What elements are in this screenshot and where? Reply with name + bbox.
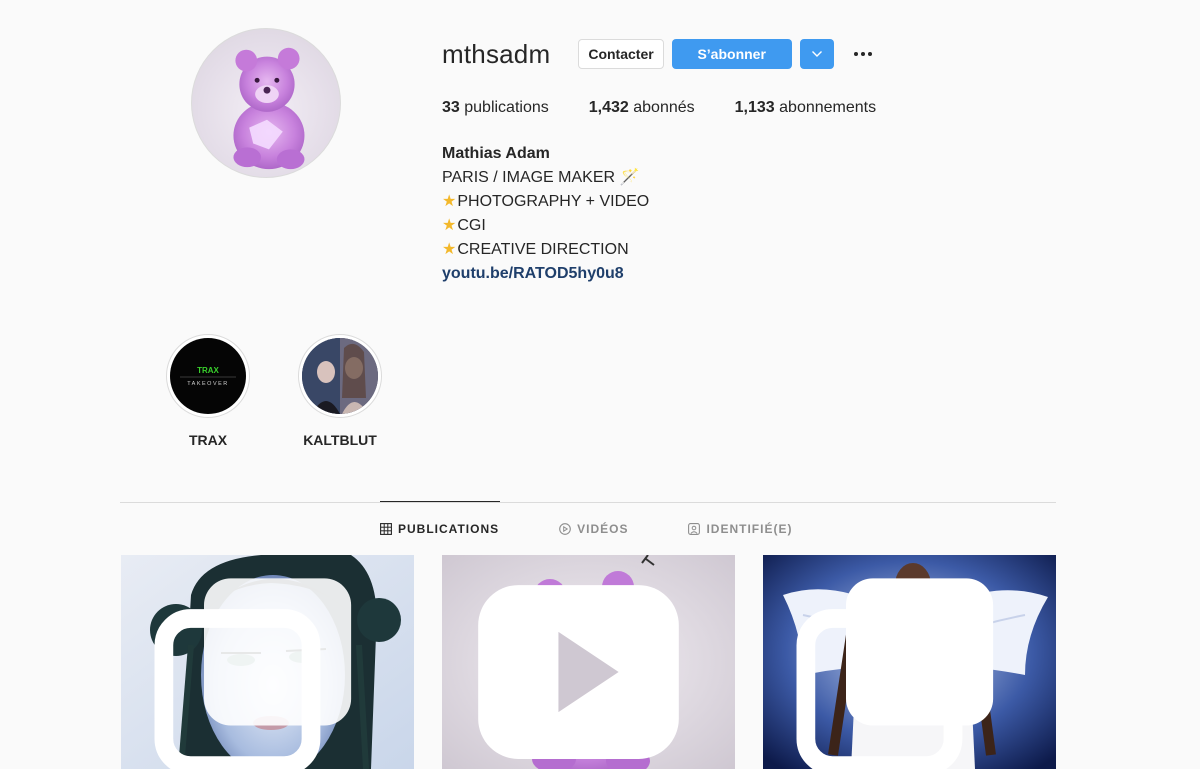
chevron-down-icon — [811, 51, 822, 57]
trax-takeover-cover: TRAX TAKEOVER — [170, 338, 246, 414]
highlight-ring: TRAX TAKEOVER — [166, 334, 250, 418]
play-circle-icon — [559, 523, 571, 535]
star-icon: ★ — [442, 217, 457, 234]
profile-bio: Mathias Adam PARIS / IMAGE MAKER 🪄 ★PHOT… — [442, 142, 649, 286]
stat-publications: 33 publications — [442, 99, 549, 117]
stat-label: abonnés — [633, 99, 695, 116]
stat-value: 1,133 — [734, 99, 775, 116]
profile-stats: 33 publications 1,432 abonnés 1,133 abon… — [442, 99, 916, 117]
stat-label: publications — [464, 99, 549, 116]
profile-info: mthsadm Contacter S’abonner — [442, 36, 875, 72]
highlight-trax[interactable]: TRAX TAKEOVER TRAX — [166, 334, 250, 448]
tagged-icon — [688, 523, 701, 535]
tab-publications[interactable]: PUBLICATIONS — [380, 522, 499, 536]
post-tile[interactable] — [442, 555, 735, 769]
contact-button[interactable]: Contacter — [578, 39, 664, 69]
post-tile[interactable] — [763, 555, 1056, 769]
stat-followers[interactable]: 1,432 abonnés — [589, 99, 695, 117]
carousel-icon — [796, 578, 994, 769]
suggestions-dropdown-button[interactable] — [799, 39, 834, 69]
highlight-label: KALTBLUT — [303, 432, 377, 448]
more-dot-icon — [867, 52, 872, 56]
stat-label: abonnements — [779, 99, 877, 116]
kaltblut-cover — [302, 338, 378, 414]
username: mthsadm — [442, 38, 551, 69]
carousel-icon — [154, 578, 352, 769]
username-row: mthsadm Contacter S’abonner — [442, 36, 875, 72]
active-tab-indicator — [380, 501, 500, 502]
profile-tabs: PUBLICATIONS VIDÉOS IDENTIFIÉ(E) — [380, 522, 852, 536]
follow-button[interactable]: S’abonner — [671, 39, 792, 69]
tab-tagged[interactable]: IDENTIFIÉ(E) — [688, 522, 792, 536]
tab-label: VIDÉOS — [577, 522, 629, 536]
stat-value: 33 — [442, 99, 460, 116]
highlight-label: TRAX — [188, 432, 228, 448]
video-icon — [478, 585, 679, 759]
tab-label: IDENTIFIÉ(E) — [706, 522, 793, 536]
bio-text: PHOTOGRAPHY + VIDEO — [457, 193, 650, 210]
tab-videos[interactable]: VIDÉOS — [559, 522, 628, 536]
tabs-divider — [120, 502, 1056, 503]
bio-text: CREATIVE DIRECTION — [457, 241, 629, 258]
highlight-ring — [298, 334, 382, 418]
bio-line: ★PHOTOGRAPHY + VIDEO — [442, 190, 649, 214]
bio-line: ★CREATIVE DIRECTION — [442, 238, 649, 262]
tab-label: PUBLICATIONS — [398, 522, 500, 536]
cover-subtitle: TAKEOVER — [187, 381, 229, 387]
profile-avatar[interactable] — [191, 28, 341, 178]
highlight-kaltblut[interactable]: KALTBLUT — [298, 334, 382, 448]
stat-following[interactable]: 1,133 abonnements — [735, 99, 876, 117]
more-dot-icon — [853, 52, 858, 56]
star-icon: ★ — [442, 241, 457, 258]
stat-value: 1,432 — [588, 99, 629, 116]
bio-text: CGI — [457, 217, 486, 234]
full-name: Mathias Adam — [442, 145, 550, 162]
star-icon: ★ — [442, 193, 457, 210]
bio-link[interactable]: youtu.be/RATOD5hy0u8 — [442, 262, 649, 286]
teddy-bear-avatar-image — [233, 47, 305, 170]
grid-icon — [380, 523, 392, 535]
bio-line: PARIS / IMAGE MAKER 🪄 — [442, 169, 640, 186]
bio-line: ★CGI — [442, 214, 649, 238]
profile-page: mthsadm Contacter S’abonner 33 publicati… — [0, 0, 1200, 769]
more-dot-icon — [860, 52, 865, 56]
cover-title: TRAX — [197, 366, 219, 375]
post-tile[interactable] — [121, 555, 414, 769]
more-options-button[interactable] — [851, 39, 875, 69]
